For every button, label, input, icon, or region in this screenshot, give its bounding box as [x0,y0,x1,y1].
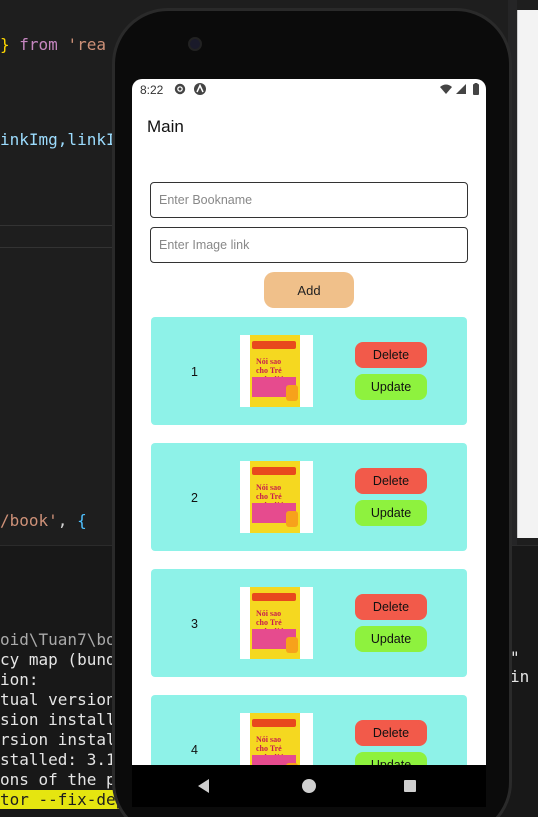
status-time: 8:22 [140,83,164,97]
terminal-line: ons of the pa [0,770,126,789]
delete-button[interactable]: Delete [355,342,427,368]
terminal-line-highlight: tor --fix-dep [0,790,126,809]
camera-icon [188,37,202,51]
add-button[interactable]: Add [264,272,354,308]
book-cover: Nói sao cho Trẻ nghe lời [250,713,300,765]
book-cover-banner [252,341,296,349]
code-token: { [77,511,87,530]
editor-divider [0,247,130,248]
image-link-input[interactable] [150,227,468,263]
code-token: , [57,511,78,530]
update-button[interactable]: Update [355,374,427,400]
book-cover-figure [286,511,298,527]
code-line-route: /book', { [0,511,87,530]
code-token: from [9,35,68,54]
book-cover-image: Nói sao cho Trẻ nghe lời [240,587,313,659]
book-card: 3 Nói sao cho Trẻ nghe lời Delete Update [151,569,467,677]
settings-gear-icon [174,83,186,95]
book-cover-figure [286,637,298,653]
app-screen: 8:22 Main Add 1 Nói sao cho Trẻ nghe l [132,79,486,765]
book-cover-image: Nói sao cho Trẻ nghe lời [240,335,313,407]
code-token: 'rea [67,35,106,54]
wifi-icon [440,84,452,94]
terminal-line: stalled: 3.18 [0,750,126,769]
book-cover-banner [252,593,296,601]
book-id: 3 [191,617,198,631]
recents-square-icon[interactable] [404,780,416,792]
book-cover: Nói sao cho Trẻ nghe lời [250,587,300,659]
book-cover-image: Nói sao cho Trẻ nghe lời [240,713,313,765]
book-cover-image: Nói sao cho Trẻ nghe lời [240,461,313,533]
delete-button[interactable]: Delete [355,594,427,620]
book-id: 1 [191,365,198,379]
react-native-icon [194,83,206,95]
book-cover-banner [252,719,296,727]
terminal-line: sion installe [0,710,126,729]
book-cover-figure [286,385,298,401]
book-card: 1 Nói sao cho Trẻ nghe lời Delete Update [151,317,467,425]
bookname-input[interactable] [150,182,468,218]
update-button[interactable]: Update [355,752,427,765]
book-id: 2 [191,491,198,505]
book-cover: Nói sao cho Trẻ nghe lời [250,461,300,533]
side-panel [517,10,538,538]
terminal-line: rsion install [0,730,126,749]
delete-button[interactable]: Delete [355,468,427,494]
code-token: /book' [0,511,58,530]
code-token: } [0,35,10,54]
status-bar: 8:22 [132,79,486,101]
book-id: 4 [191,743,198,757]
book-card: 4 Nói sao cho Trẻ nghe lời Delete Update [151,695,467,765]
book-cover-banner [252,467,296,475]
code-line-import: } from 'rea [0,35,106,54]
editor-divider [0,225,130,226]
book-cover: Nói sao cho Trẻ nghe lời [250,335,300,407]
delete-button[interactable]: Delete [355,720,427,746]
android-nav-bar [132,765,486,807]
cell-signal-icon [456,84,466,94]
terminal-line: cy map (bundl [0,650,126,669]
app-title: Main [147,117,184,136]
battery-icon [473,83,479,95]
back-triangle-icon[interactable] [198,779,209,793]
terminal-line: oid\Tuan7\bo [0,630,116,649]
home-circle-icon[interactable] [302,779,316,793]
code-line-params: inkImg,linkI [0,130,116,149]
terminal-line: ion: [0,670,39,689]
update-button[interactable]: Update [355,500,427,526]
terminal-right-text: " in [510,648,530,686]
book-card: 2 Nói sao cho Trẻ nghe lời Delete Update [151,443,467,551]
update-button[interactable]: Update [355,626,427,652]
terminal-line: tual version [0,690,116,709]
